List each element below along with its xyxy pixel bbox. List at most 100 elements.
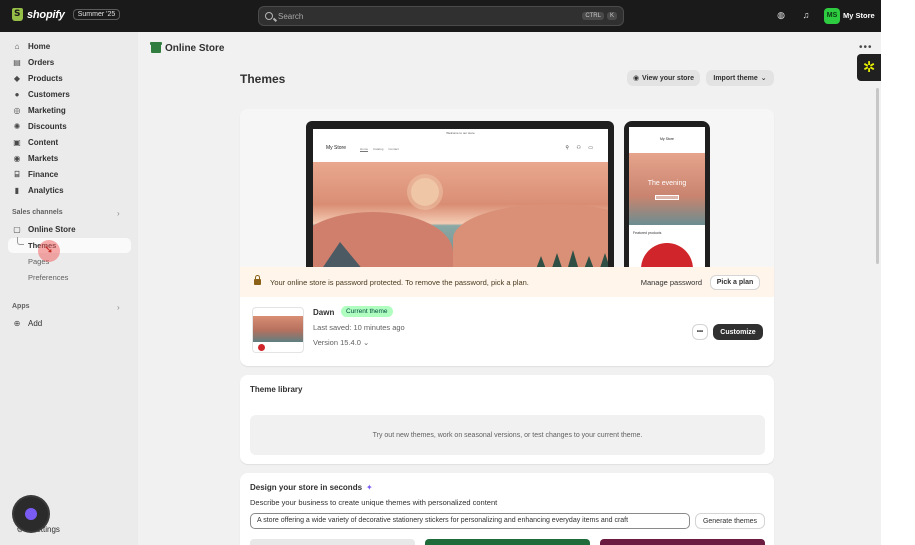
page-title: Themes (240, 72, 286, 86)
current-theme-card: Welcome to our store My Store Home Catal… (240, 109, 774, 366)
customize-button[interactable]: Customize (713, 324, 763, 340)
sidekick-icon[interactable]: ◍ (776, 10, 786, 20)
sidebar-sub-active-bg (8, 238, 131, 253)
more-actions-button[interactable]: ••• (692, 324, 708, 340)
generated-theme-preview[interactable] (600, 539, 765, 545)
home-icon: ⌂ (14, 41, 20, 51)
eye-icon: ◉ (632, 75, 640, 82)
chevron-down-icon: ⌄ (760, 75, 767, 82)
extension-sticker-icon[interactable]: ✲ (857, 54, 881, 81)
ai-design-description: Describe your business to create unique … (250, 498, 498, 507)
business-description-input[interactable]: A store offering a wide variety of decor… (250, 513, 690, 529)
theme-thumbnail[interactable] (252, 307, 304, 353)
person-icon: ● (14, 89, 20, 99)
store-name[interactable]: My Store (843, 11, 875, 20)
current-theme-row: Dawn Current theme Last saved: 10 minute… (240, 297, 774, 365)
sidebar-item-content[interactable]: ▣ Content (13, 138, 58, 147)
main-content: Online Store ••• Themes ◉ View your stor… (138, 32, 881, 545)
last-saved-text: Last saved: 10 minutes ago (313, 323, 405, 332)
plus-circle-icon: ⊕ (13, 318, 21, 328)
ai-design-card: Design your store in seconds ✦ Describe … (240, 473, 774, 545)
sidebar-item-label: Finance (28, 170, 59, 179)
shortcut-k: K (606, 12, 617, 20)
shopify-bag-icon (12, 8, 23, 21)
preview-hero-image (313, 162, 608, 267)
sidebar-item-home[interactable]: ⌂ Home (13, 41, 51, 51)
theme-library-title: Theme library (250, 385, 303, 394)
banner-text: Your online store is password protected.… (270, 277, 529, 287)
generated-theme-preview[interactable] (250, 539, 415, 545)
sidebar-item-label: Home (28, 42, 51, 51)
section-header: Online Store (150, 42, 225, 54)
store-icon (150, 42, 162, 53)
view-store-button[interactable]: ◉ View your store (627, 70, 700, 86)
top-bar: shopify Summer '25 Search CTRL K ◍ ♫ MS … (0, 0, 881, 32)
online-store-icon: ▢ (13, 224, 21, 234)
sidebar-item-markets[interactable]: ◉ Markets (13, 153, 59, 163)
password-banner: Your online store is password protected.… (240, 267, 774, 297)
theme-preview[interactable]: Welcome to our store My Store Home Catal… (240, 109, 774, 267)
sidebar-item-label: Marketing (28, 106, 66, 115)
search-bar[interactable]: Search CTRL K (258, 6, 624, 26)
theme-library-card: Theme library Try out new themes, work o… (240, 375, 774, 464)
sidebar-item-online-store[interactable]: ▢ Online Store (13, 224, 76, 234)
sidebar-item-marketing[interactable]: ◎ Marketing (13, 106, 66, 115)
sales-channels-title: Sales channels (12, 209, 63, 216)
pick-plan-button[interactable]: Pick a plan (710, 274, 760, 290)
orders-icon: ▤ (13, 57, 21, 67)
lock-icon (254, 275, 261, 285)
scrollbar[interactable] (876, 88, 879, 264)
sidebar-item-finance[interactable]: ⌸ Finance (13, 169, 59, 179)
chevron-right-icon[interactable]: › (117, 303, 120, 312)
tag-icon: ◆ (13, 73, 21, 83)
mobile-preview: My Store The evening Featured products (624, 121, 710, 267)
import-theme-button[interactable]: Import theme ⌄ (706, 70, 774, 86)
preview-header-icons: ⚲ ⚇ ▭ (565, 145, 596, 151)
chart-icon: ▮ (14, 185, 20, 195)
sidebar-item-products[interactable]: ◆ Products (13, 74, 63, 83)
generated-theme-preview[interactable] (425, 539, 590, 545)
theme-name: Dawn (313, 308, 335, 317)
avatar[interactable]: MS (824, 8, 840, 24)
sidebar-item-label: Analytics (28, 186, 64, 195)
sidebar-item-add[interactable]: ⊕ Add (13, 318, 43, 328)
sidebar-item-analytics[interactable]: ▮ Analytics (13, 186, 64, 195)
version-dropdown[interactable]: Version 15.4.0 ⌄ (313, 338, 369, 347)
sidebar-item-label: Orders (28, 58, 55, 67)
sidebar-item-label: Customers (28, 90, 70, 99)
cursor-arrow-icon: ➘ (44, 244, 54, 256)
sidebar-item-customers[interactable]: ● Customers (13, 90, 70, 99)
sidebar-item-orders[interactable]: ▤ Orders (13, 58, 54, 67)
generate-themes-button[interactable]: Generate themes (695, 513, 765, 529)
assistant-bubble-icon[interactable] (14, 497, 48, 531)
sidebar-item-label: Add (28, 319, 43, 328)
chevron-right-icon[interactable]: › (117, 209, 120, 218)
sidebar-sub-preferences[interactable]: Preferences (28, 273, 68, 282)
manage-password-link[interactable]: Manage password (641, 278, 702, 287)
shopify-logo[interactable]: shopify Summer '25 (12, 8, 121, 21)
bell-icon[interactable]: ♫ (801, 10, 811, 20)
shortcut-ctrl: CTRL (582, 12, 604, 20)
target-icon: ◎ (13, 105, 21, 115)
chevron-down-icon: ⌄ (363, 338, 370, 347)
globe-icon: ◉ (13, 153, 21, 163)
sidebar-item-label: Markets (28, 154, 59, 163)
status-badge: Current theme (341, 306, 393, 317)
sidebar-item-discounts[interactable]: ✺ Discounts (13, 122, 67, 131)
theme-library-empty-state: Try out new themes, work on seasonal ver… (250, 415, 765, 455)
brand-name: shopify (27, 8, 65, 21)
edition-badge[interactable]: Summer '25 (72, 9, 121, 20)
sidebar-item-label: Products (28, 74, 63, 83)
sparkle-icon: ✦ (366, 483, 373, 492)
tree-connector (17, 237, 24, 245)
bank-icon: ⌸ (14, 169, 20, 179)
content-icon: ▣ (13, 137, 21, 147)
section-title: Online Store (165, 43, 225, 54)
sidebar: ⌂ Home ▤ Orders ◆ Products ● Customers ◎… (0, 32, 138, 545)
more-options-icon[interactable]: ••• (859, 42, 873, 53)
desktop-preview: Welcome to our store My Store Home Catal… (306, 121, 614, 267)
sidebar-item-label: Content (28, 138, 59, 147)
sidebar-item-label: Online Store (28, 225, 76, 234)
search-placeholder: Search (278, 11, 304, 21)
search-icon (265, 12, 273, 20)
